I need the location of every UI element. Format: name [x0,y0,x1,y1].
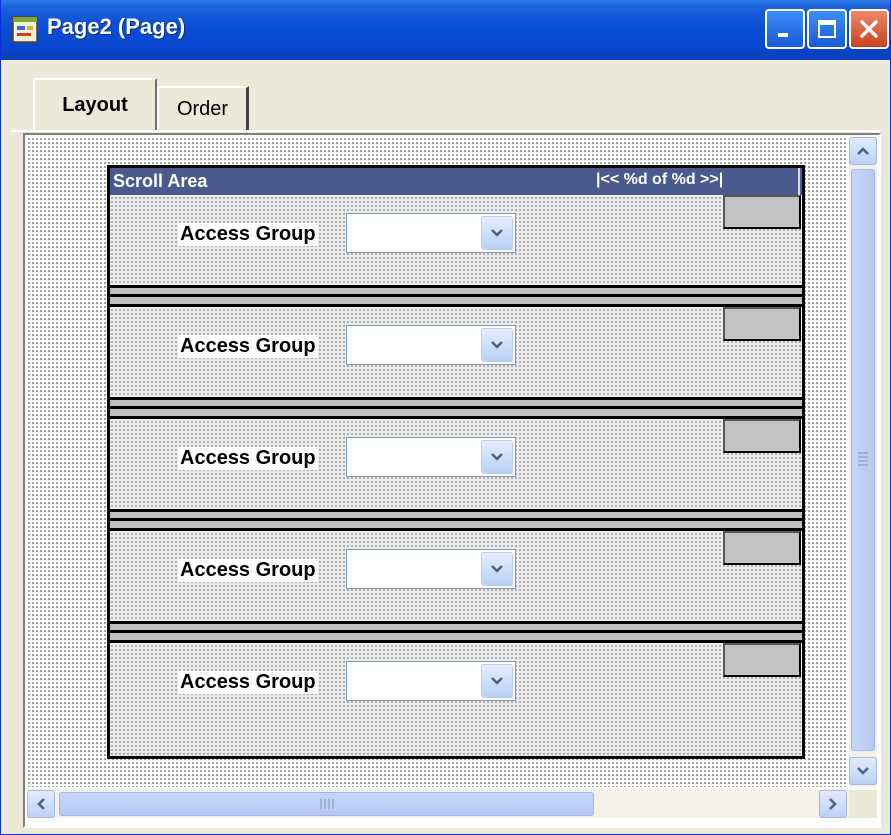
scroll-row: Access Group [110,531,802,621]
vertical-scroll-thumb[interactable] [851,169,875,751]
page-window: Page2 (Page) Layout Order Scroll Area |<… [0,0,891,835]
tab-layout[interactable]: Layout [33,78,157,130]
maximize-icon [818,20,836,38]
scroll-row: Access Group [110,643,802,733]
row-separator [110,285,802,307]
access-group-dropdown[interactable] [346,661,516,701]
scroll-area-header: Scroll Area |<< %d of %d >>| [110,168,802,195]
header-divider [798,168,800,195]
chevron-down-icon [491,677,503,685]
design-canvas-frame: Scroll Area |<< %d of %d >>| Access Grou… [23,133,881,828]
minimize-icon [778,33,788,37]
chevron-down-icon [491,341,503,349]
chevron-down-icon [491,453,503,461]
access-group-label: Access Group [178,447,318,470]
scroll-left-button[interactable] [27,790,55,818]
tab-strip: Layout Order [1,60,890,132]
maximize-button[interactable] [807,9,847,49]
access-group-dropdown[interactable] [346,549,516,589]
scroll-up-button[interactable] [849,137,877,165]
title-bar[interactable]: Page2 (Page) [1,0,890,60]
horizontal-scrollbar[interactable] [27,790,849,818]
chevron-right-icon [829,798,837,810]
row-separator [110,397,802,419]
access-group-label: Access Group [178,671,318,694]
row-control-box[interactable] [723,531,801,565]
chevron-up-icon [857,147,869,155]
window-title: Page2 (Page) [47,14,186,39]
dropdown-button[interactable] [481,216,513,250]
dropdown-button[interactable] [481,328,513,362]
dropdown-button[interactable] [481,552,513,586]
row-control-box[interactable] [723,195,801,229]
grip-icon [320,799,334,809]
row-control-box[interactable] [723,643,801,677]
access-group-label: Access Group [178,559,318,582]
scrollbar-corner [849,790,877,818]
row-separator [110,509,802,531]
horizontal-scroll-thumb[interactable] [59,792,594,816]
access-group-dropdown[interactable] [346,213,516,253]
access-group-label: Access Group [178,335,318,358]
scroll-row: Access Group [110,419,802,509]
close-button[interactable] [849,9,889,49]
minimize-button[interactable] [765,9,805,49]
tab-order[interactable]: Order [157,86,249,130]
chevron-left-icon [37,798,45,810]
scroll-right-button[interactable] [819,790,847,818]
scroll-row: Access Group [110,307,802,397]
row-control-box[interactable] [723,307,801,341]
access-group-label: Access Group [178,223,318,246]
tab-divider [11,130,880,132]
scroll-area-title: Scroll Area [113,171,208,191]
dropdown-button[interactable] [481,440,513,474]
row-control-box[interactable] [723,419,801,453]
dropdown-button[interactable] [481,664,513,698]
access-group-dropdown[interactable] [346,437,516,477]
vertical-scrollbar[interactable] [849,137,877,787]
chevron-down-icon [491,565,503,573]
scroll-down-button[interactable] [849,757,877,785]
access-group-dropdown[interactable] [346,325,516,365]
design-canvas[interactable]: Scroll Area |<< %d of %d >>| Access Grou… [27,137,847,787]
close-icon [860,20,878,38]
chevron-down-icon [491,229,503,237]
chevron-down-icon [857,767,869,775]
scroll-area-navigation[interactable]: |<< %d of %d >>| [596,171,723,189]
row-separator [110,621,802,643]
grip-icon [858,452,868,466]
page-definition-icon [12,16,38,43]
scroll-area[interactable]: Scroll Area |<< %d of %d >>| Access Grou… [107,165,805,759]
scroll-row: Access Group [110,195,802,285]
